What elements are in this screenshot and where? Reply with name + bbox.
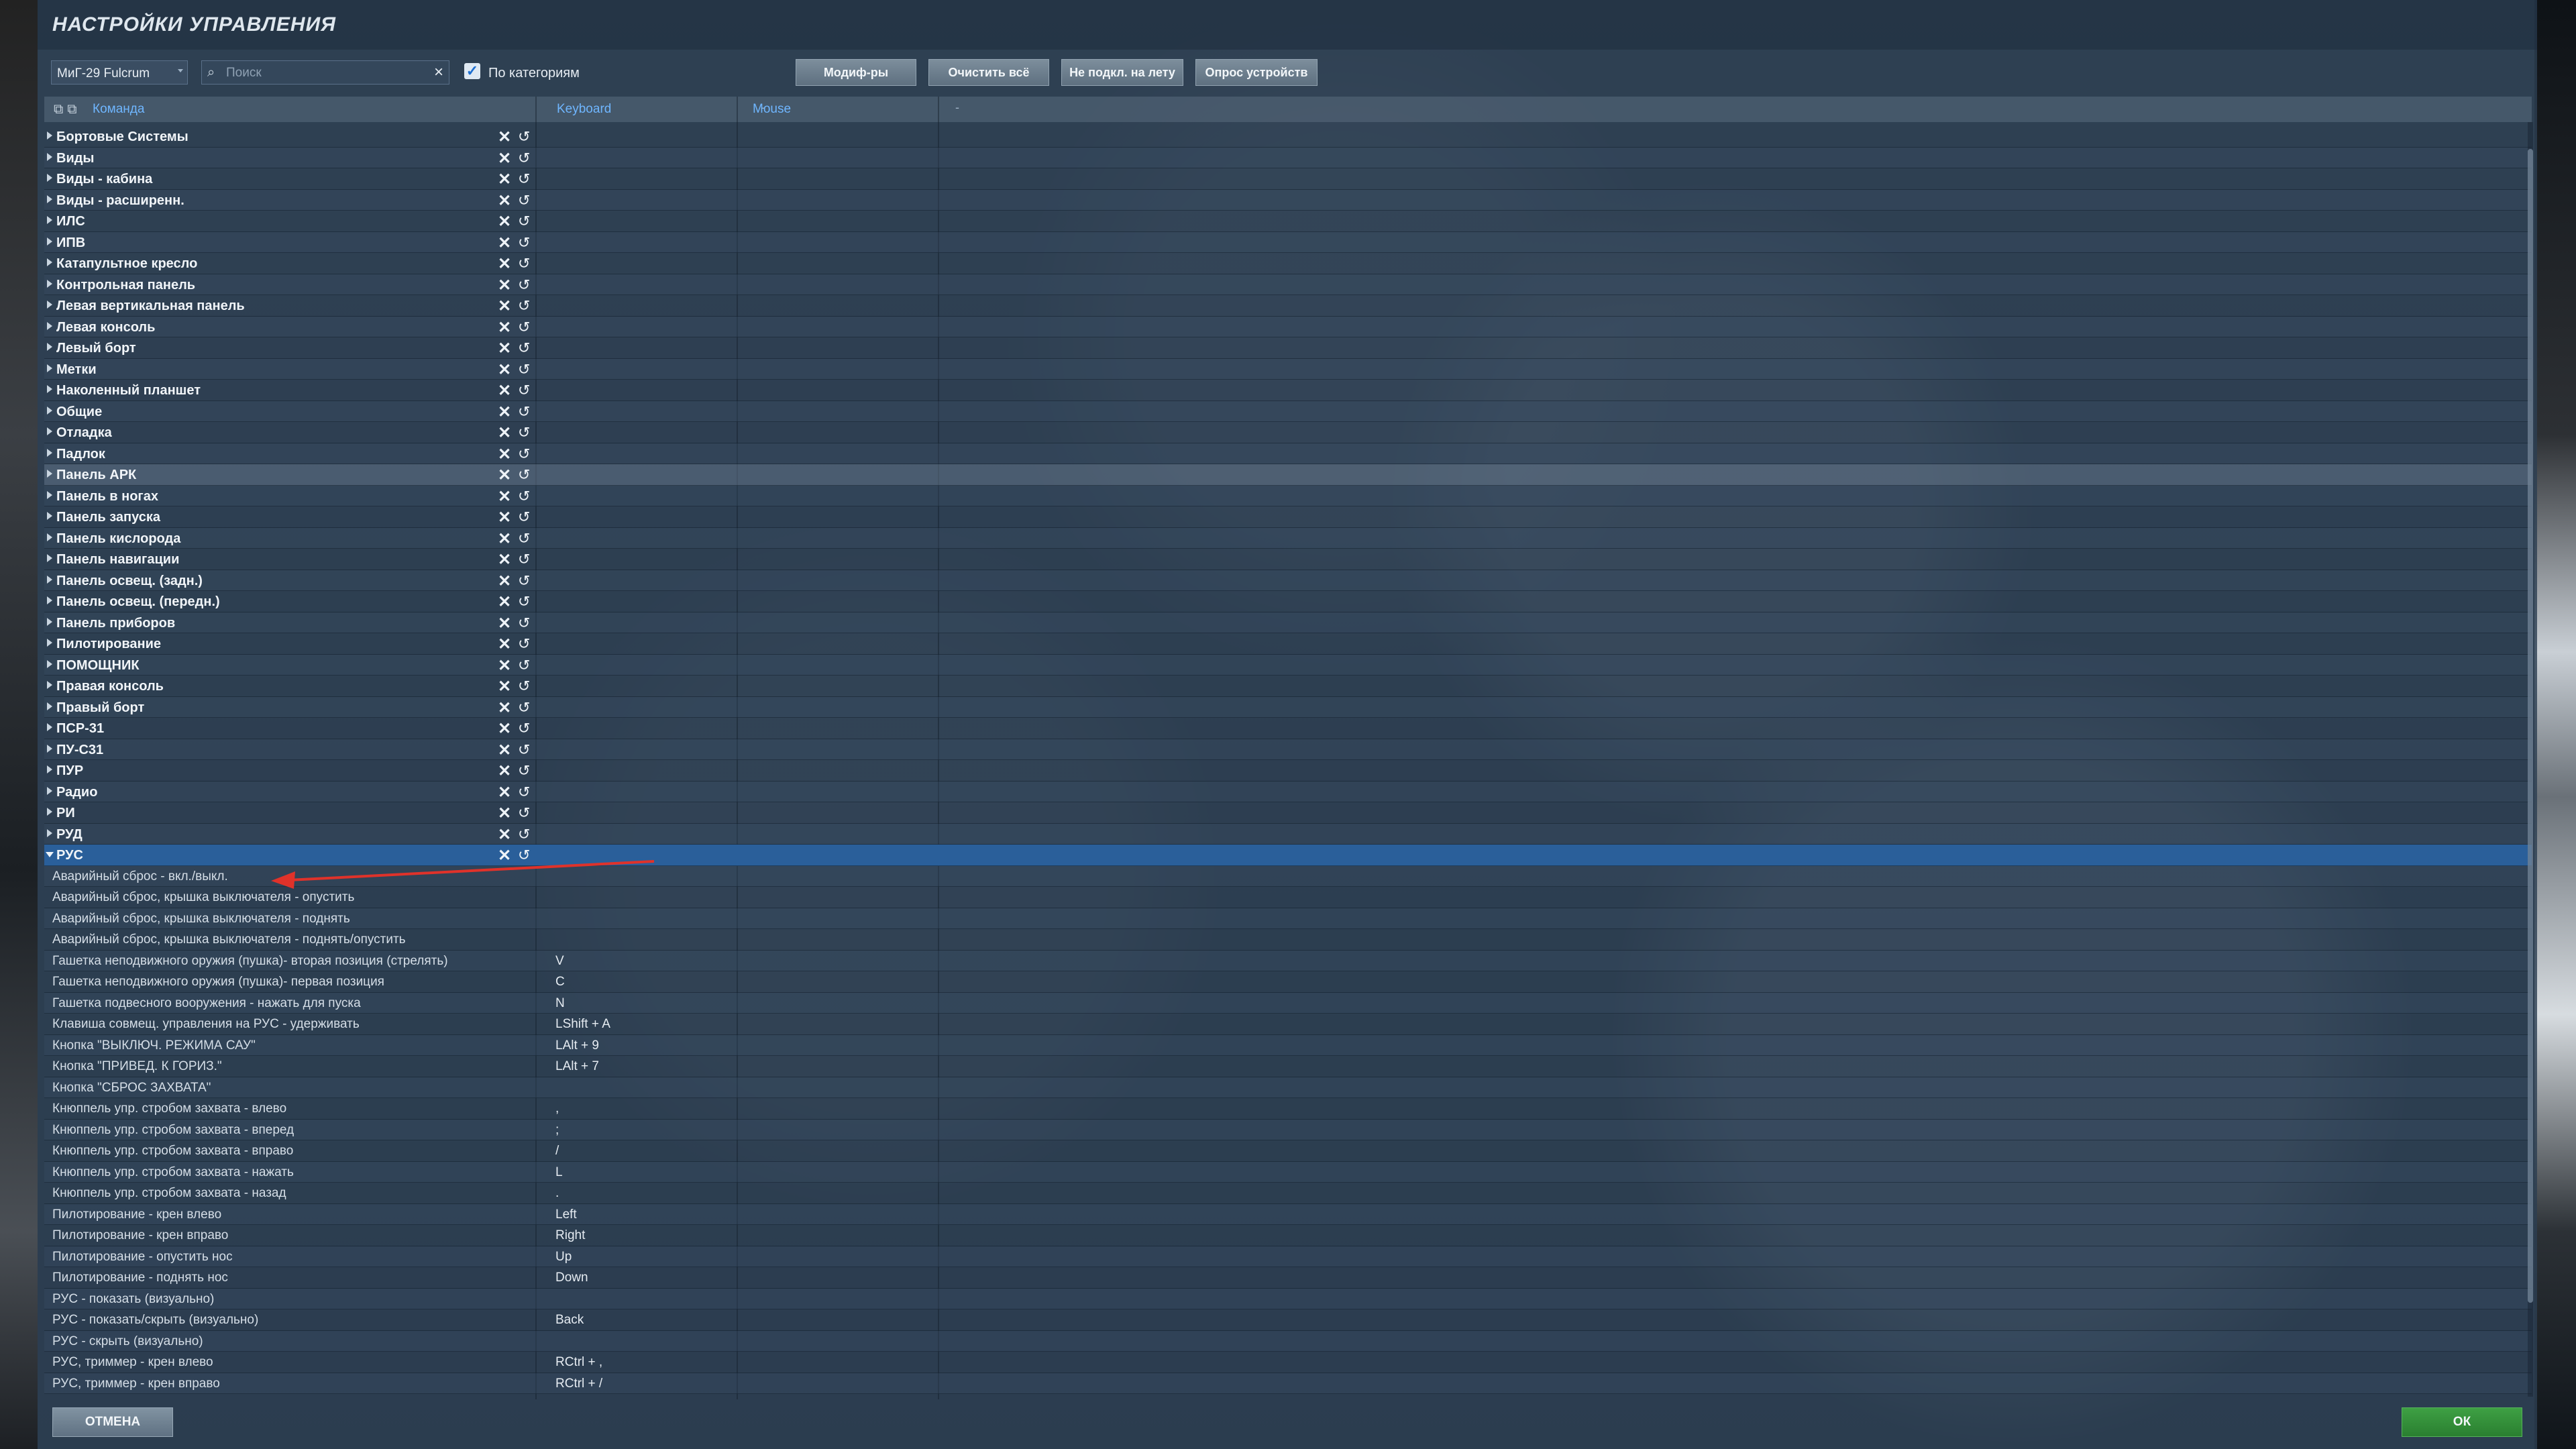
annotation-arrow (271, 860, 655, 889)
annotation-arrow-line (288, 860, 655, 881)
annotation-arrow-head (271, 871, 295, 889)
